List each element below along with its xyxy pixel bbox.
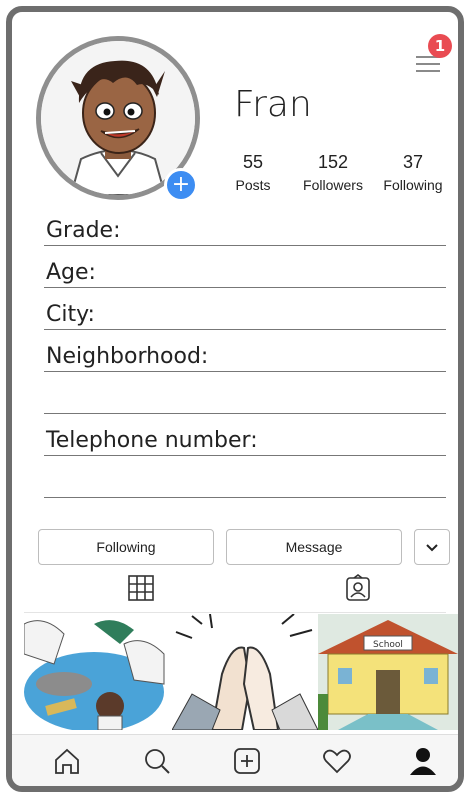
stat-following-value: 37 bbox=[402, 152, 424, 172]
stat-posts[interactable]: 55 Posts bbox=[208, 152, 298, 193]
notification-badge[interactable]: 1 bbox=[428, 34, 452, 58]
following-button[interactable]: Following bbox=[38, 529, 214, 565]
svg-text:School: School bbox=[373, 640, 403, 650]
neighborhood-field[interactable]: Neighborhood: bbox=[44, 334, 446, 372]
stat-followers-label: Followers bbox=[303, 177, 363, 193]
add-post-icon[interactable] bbox=[232, 746, 262, 776]
search-icon[interactable] bbox=[142, 746, 172, 776]
post-thumbnail[interactable] bbox=[24, 614, 170, 730]
add-photo-button[interactable]: + bbox=[164, 168, 198, 202]
chevron-down-icon bbox=[426, 539, 438, 555]
heart-icon[interactable] bbox=[322, 746, 352, 776]
portrait-icon[interactable] bbox=[344, 574, 372, 602]
profile-username: Fran bbox=[234, 84, 312, 125]
stat-following-label: Following bbox=[383, 177, 443, 193]
post-thumbnail[interactable] bbox=[172, 614, 318, 730]
tabs-divider bbox=[24, 612, 446, 613]
grid-icon[interactable] bbox=[127, 574, 155, 602]
telephone-field[interactable]: Telephone number: bbox=[44, 418, 446, 456]
stat-following[interactable]: 37 Following bbox=[368, 152, 458, 193]
home-icon[interactable] bbox=[52, 746, 82, 776]
phone-frame: + 1 Fran 55 Posts 152 Followers 37 Follo… bbox=[6, 6, 464, 792]
neighborhood-field-line2[interactable] bbox=[44, 376, 446, 414]
city-field[interactable]: City: bbox=[44, 292, 446, 330]
age-label: Age: bbox=[46, 260, 96, 285]
stat-followers[interactable]: 152 Followers bbox=[288, 152, 378, 193]
post-thumbnail[interactable]: School bbox=[318, 614, 458, 730]
message-button[interactable]: Message bbox=[226, 529, 402, 565]
plus-icon: + bbox=[171, 172, 191, 197]
telephone-field-line2[interactable] bbox=[44, 460, 446, 498]
stat-followers-value: 152 bbox=[317, 152, 349, 172]
profile-icon[interactable] bbox=[408, 746, 438, 776]
stat-posts-value: 55 bbox=[242, 152, 264, 172]
stat-posts-label: Posts bbox=[235, 177, 271, 193]
grade-field[interactable]: Grade: bbox=[44, 208, 446, 246]
age-field[interactable]: Age: bbox=[44, 250, 446, 288]
neighborhood-label: Neighborhood: bbox=[46, 344, 209, 369]
more-button[interactable] bbox=[414, 529, 450, 565]
grade-label: Grade: bbox=[46, 218, 121, 243]
telephone-label: Telephone number: bbox=[46, 428, 258, 453]
city-label: City: bbox=[46, 302, 95, 327]
